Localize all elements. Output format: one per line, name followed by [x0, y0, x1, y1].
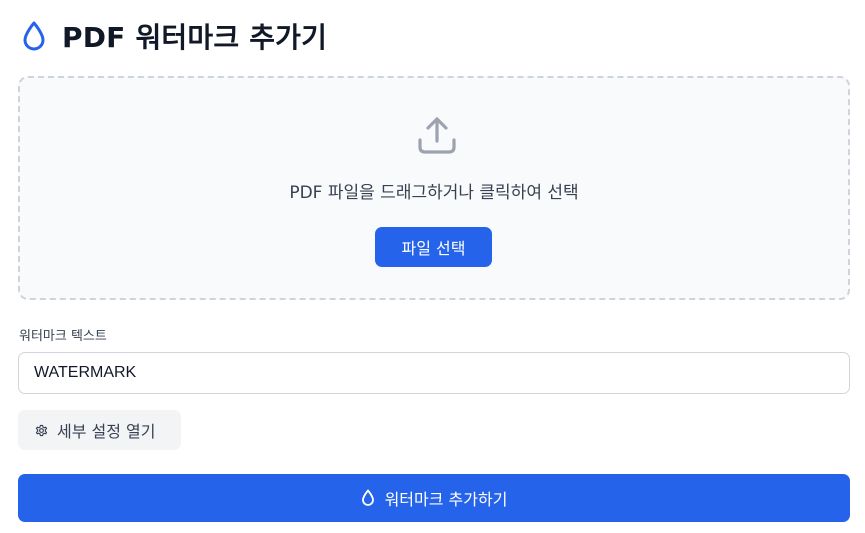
open-settings-button[interactable]: 세부 설정 열기 — [18, 410, 181, 450]
file-dropzone[interactable]: PDF 파일을 드래그하거나 클릭하여 선택 파일 선택 — [18, 76, 850, 300]
watermark-text-label: 워터마크 텍스트 — [19, 329, 107, 344]
upload-icon — [418, 117, 456, 154]
water-drop-icon — [23, 21, 45, 51]
gear-icon — [35, 424, 48, 436]
watermark-app: PDF 워터마크 추가기 PDF 파일을 드래그하거나 클릭하여 선택 파일 선… — [0, 0, 865, 533]
open-settings-label: 세부 설정 열기 — [57, 422, 156, 441]
page-title: PDF 워터마크 추가기 — [62, 21, 328, 54]
watermark-text-input[interactable] — [18, 352, 850, 394]
water-drop-icon — [361, 489, 374, 506]
dropzone-instructions: PDF 파일을 드래그하거나 클릭하여 선택 — [289, 183, 579, 203]
select-file-button[interactable]: 파일 선택 — [375, 227, 492, 267]
add-watermark-label: 워터마크 추가하기 — [384, 490, 508, 509]
add-watermark-button[interactable]: 워터마크 추가하기 — [18, 474, 850, 522]
header: PDF 워터마크 추가기 — [20, 14, 327, 58]
